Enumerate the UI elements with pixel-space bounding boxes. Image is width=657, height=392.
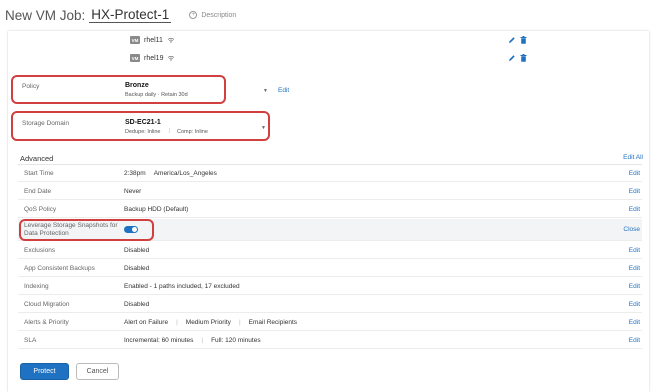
edit-link[interactable]: Edit — [629, 265, 640, 272]
chevron-down-icon[interactable]: ▼ — [263, 88, 268, 94]
storage-domain-comp: Comp: Inline — [177, 129, 208, 135]
close-link[interactable]: Close — [623, 226, 640, 233]
storage-domain-dedupe: Dedupe: Inline — [125, 129, 161, 135]
indexing-value: Enabled - 1 paths included, 17 excluded — [124, 283, 240, 290]
setting-value: Disabled — [124, 247, 149, 254]
description-label: Description — [201, 11, 237, 19]
separator: | — [176, 319, 178, 326]
setting-label: Cloud Migration — [24, 301, 70, 308]
protect-button[interactable]: Protect — [20, 363, 69, 380]
cloud-migration-value: Disabled — [124, 301, 150, 308]
setting-row-cloud-migration: Cloud Migration Disabled Edit — [18, 296, 642, 313]
snapshot-highlight — [19, 219, 154, 241]
sla-full-value: Full: 120 minutes — [211, 337, 261, 344]
setting-value: Disabled — [124, 265, 149, 272]
page-header: New VM Job: HX-Protect-1 + Description — [0, 0, 657, 30]
setting-label: Alerts & Priority — [24, 319, 69, 326]
setting-label: Start Time — [24, 170, 54, 177]
edit-link[interactable]: Edit — [629, 337, 640, 344]
setting-row-start-time: Start Time 2:38pm America/Los_Angeles Ed… — [18, 165, 642, 182]
job-name-field[interactable]: HX-Protect-1 — [89, 7, 172, 23]
policy-highlight — [11, 75, 226, 104]
sla-incremental-value: Incremental: 60 minutes — [124, 337, 194, 344]
timezone-value: America/Los_Angeles — [153, 170, 217, 177]
edit-pencil-icon[interactable] — [508, 54, 516, 62]
setting-label: SLA — [24, 337, 37, 344]
vm-badge: VM — [130, 36, 140, 44]
vm-name: rhel19 — [144, 54, 164, 62]
priority-value: Medium Priority — [185, 319, 231, 326]
separator: | — [169, 128, 171, 134]
setting-value: 2:38pm America/Los_Angeles — [124, 170, 217, 177]
policy-edit-link[interactable]: Edit — [278, 87, 289, 94]
vm-list-item: VM rhel19 — [130, 52, 175, 64]
setting-value: Enabled - 1 paths included, 17 excluded — [124, 283, 240, 290]
start-time-value: 2:38pm — [124, 170, 146, 177]
qos-value: Backup HDD (Default) — [124, 206, 189, 213]
setting-row-indexing: Indexing Enabled - 1 paths included, 17 … — [18, 278, 642, 295]
edit-link[interactable]: Edit — [629, 283, 640, 290]
edit-pencil-icon[interactable] — [508, 36, 516, 44]
edit-link[interactable]: Edit — [629, 206, 640, 213]
edit-link[interactable]: Edit — [629, 170, 640, 177]
setting-row-qos-policy: QoS Policy Backup HDD (Default) Edit — [18, 201, 642, 218]
storage-domain-value[interactable]: SD-EC21-1 — [125, 119, 161, 126]
edit-link[interactable]: Edit — [629, 247, 640, 254]
setting-value: Backup HDD (Default) — [124, 206, 188, 213]
setting-row-alerts-priority: Alerts & Priority Alert on Failure | Med… — [18, 314, 642, 331]
job-form-panel: VM rhel11 VM rhel19 Policy Bronze Backup… — [8, 31, 649, 392]
page-title-prefix: New VM Job: — [5, 7, 86, 23]
network-icon — [167, 37, 175, 43]
app-consistent-value: Disabled — [124, 265, 150, 272]
separator: | — [238, 319, 241, 326]
policy-label: Policy — [22, 83, 40, 90]
exclusions-value: Disabled — [124, 247, 150, 254]
delete-trash-icon[interactable] — [520, 54, 527, 62]
setting-row-end-date: End Date Never Edit — [18, 183, 642, 200]
advanced-section-title: Advanced — [20, 154, 54, 163]
setting-value: Incremental: 60 minutes | Full: 120 minu… — [124, 337, 261, 344]
vm-actions — [508, 36, 527, 44]
recipients-value: Email Recipients — [248, 319, 298, 326]
alert-value: Alert on Failure — [124, 319, 169, 326]
setting-label: Exclusions — [24, 247, 56, 254]
setting-value: Alert on Failure | Medium Priority | Ema… — [124, 319, 297, 326]
delete-trash-icon[interactable] — [520, 36, 527, 44]
setting-label: Indexing — [24, 283, 49, 290]
edit-link[interactable]: Edit — [629, 301, 640, 308]
setting-row-sla: SLA Incremental: 60 minutes | Full: 120 … — [18, 332, 642, 349]
vm-badge: VM — [130, 54, 140, 62]
policy-subtext: Backup daily · Retain 30d — [125, 92, 188, 98]
policy-value[interactable]: Bronze — [125, 82, 149, 89]
setting-label: App Consistent Backups — [24, 265, 95, 272]
edit-all-link[interactable]: Edit All — [623, 154, 643, 161]
setting-label: QoS Policy — [24, 206, 57, 213]
end-date-value: Never — [124, 188, 142, 195]
setting-label: End Date — [24, 188, 52, 195]
vm-name: rhel11 — [144, 36, 163, 44]
vm-actions — [508, 54, 527, 62]
storage-domain-label: Storage Domain — [22, 120, 69, 127]
network-icon — [167, 55, 175, 61]
edit-link[interactable]: Edit — [629, 188, 640, 195]
cancel-button[interactable]: Cancel — [76, 363, 119, 380]
setting-value: Disabled — [124, 301, 149, 308]
vm-list-item: VM rhel11 — [130, 34, 175, 46]
setting-value: Never — [124, 188, 141, 195]
description-link[interactable]: + Description — [189, 11, 236, 19]
setting-row-app-consistent: App Consistent Backups Disabled Edit — [18, 260, 642, 277]
separator: | — [201, 337, 204, 344]
setting-row-exclusions: Exclusions Disabled Edit — [18, 242, 642, 259]
chevron-down-icon[interactable]: ▼ — [261, 125, 266, 131]
plus-circle-icon: + — [189, 11, 198, 19]
edit-link[interactable]: Edit — [629, 319, 640, 326]
